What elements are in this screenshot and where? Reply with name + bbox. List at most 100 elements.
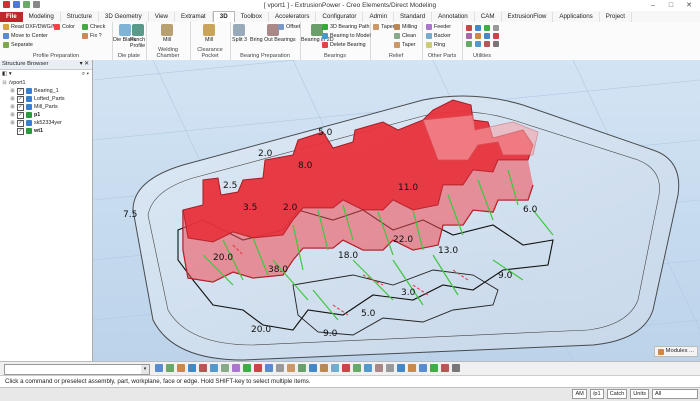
- view-icon[interactable]: [166, 364, 174, 372]
- visibility-checkbox[interactable]: ✓: [17, 127, 24, 135]
- bearing-to-model-button[interactable]: Bearing to Model: [322, 33, 371, 39]
- color-button[interactable]: Color: [54, 24, 75, 30]
- tab-toolbox[interactable]: Toolbox: [235, 12, 270, 22]
- milling-button[interactable]: Milling: [394, 24, 417, 30]
- tab-annotation[interactable]: Annotation: [432, 12, 475, 22]
- tree-item-sk52334yer[interactable]: ⊞ ✓ sk52334yer: [0, 119, 92, 127]
- view-icon[interactable]: [221, 364, 229, 372]
- utility-icon[interactable]: [475, 33, 481, 39]
- visibility-checkbox[interactable]: ✓: [17, 95, 24, 103]
- punch-profile-button[interactable]: Punch Profile: [129, 24, 146, 49]
- backer-button[interactable]: Backer: [426, 33, 451, 39]
- search-icon[interactable]: ⌕ ▾: [82, 70, 89, 79]
- minimize-button[interactable]: –: [644, 0, 662, 10]
- utility-icon[interactable]: [493, 25, 499, 31]
- visibility-checkbox[interactable]: ✓: [17, 119, 24, 127]
- utility-icon[interactable]: [466, 41, 472, 47]
- viewport-canvas[interactable]: 5.0 2.0 8.0 11.0 6.0 7.5 2.5 3.5 2.0 22.…: [93, 60, 700, 361]
- feeder-button[interactable]: Feeder: [426, 24, 451, 30]
- pin-icon[interactable]: ▾ ✕: [80, 60, 89, 69]
- tab-extramat[interactable]: Extramat: [175, 12, 213, 22]
- view-icon[interactable]: [276, 364, 284, 372]
- app-icon[interactable]: [3, 1, 10, 8]
- utility-icon[interactable]: [493, 41, 499, 47]
- expand-icon[interactable]: ⊞: [10, 111, 15, 119]
- active-part-field[interactable]: /p1: [589, 389, 604, 399]
- utility-icon[interactable]: [475, 41, 481, 47]
- am-indicator[interactable]: AM: [572, 389, 587, 399]
- tree-item-wt1[interactable]: ✓ wt1: [0, 127, 92, 135]
- selection-filter-select[interactable]: All: [652, 389, 698, 399]
- tab-accelerators[interactable]: Accelerators: [269, 12, 317, 22]
- tab-extrusionflow[interactable]: ExtrusionFlow: [502, 12, 554, 22]
- view-icon[interactable]: [232, 364, 240, 372]
- command-input[interactable]: ▾: [4, 364, 150, 375]
- save-icon[interactable]: [13, 1, 20, 8]
- tab-standard[interactable]: Standard: [394, 12, 433, 22]
- tree-root[interactable]: ⊟ /vport1: [0, 79, 92, 87]
- expand-icon[interactable]: ⊞: [10, 103, 15, 111]
- visibility-checkbox[interactable]: ✓: [17, 103, 24, 111]
- view-icon[interactable]: [199, 364, 207, 372]
- fix-button[interactable]: Fix ?: [82, 33, 102, 39]
- chevron-down-icon[interactable]: ▾: [141, 365, 149, 374]
- view-icon[interactable]: [353, 364, 361, 372]
- tab-admin[interactable]: Admin: [363, 12, 395, 22]
- split-button[interactable]: Split 3: [232, 24, 247, 43]
- view-icon[interactable]: [364, 364, 372, 372]
- utility-icon[interactable]: [484, 25, 490, 31]
- read-dxf-button[interactable]: Read DXF/DWG/MI: [3, 24, 58, 30]
- tab-file[interactable]: File: [0, 12, 23, 22]
- filter-icon[interactable]: ◧ ▾: [2, 70, 12, 79]
- view-icon[interactable]: [265, 364, 273, 372]
- view-icon[interactable]: [441, 364, 449, 372]
- tab-3d-geometry[interactable]: 3D Geometry: [99, 12, 149, 22]
- delete-bearing-button[interactable]: Delete Bearing: [322, 42, 366, 48]
- view-icon[interactable]: [342, 364, 350, 372]
- check-button[interactable]: Check: [82, 24, 105, 30]
- view-icon[interactable]: [287, 364, 295, 372]
- view-icon[interactable]: [298, 364, 306, 372]
- move-to-center-button[interactable]: Move to Center: [3, 33, 48, 39]
- tab-structure[interactable]: Structure: [61, 12, 99, 22]
- utility-icon[interactable]: [484, 41, 490, 47]
- view-icon[interactable]: [210, 364, 218, 372]
- view-icon[interactable]: [430, 364, 438, 372]
- undo-icon[interactable]: [23, 1, 30, 8]
- utility-icon[interactable]: [466, 33, 472, 39]
- tab-configurator[interactable]: Configurator: [316, 12, 364, 22]
- tab-project[interactable]: Project: [600, 12, 632, 22]
- expand-icon[interactable]: ⊞: [10, 87, 15, 95]
- view-icon[interactable]: [188, 364, 196, 372]
- taper-button[interactable]: Taper: [373, 24, 394, 30]
- view-icon[interactable]: [452, 364, 460, 372]
- utility-icon[interactable]: [493, 33, 499, 39]
- view-icon[interactable]: [386, 364, 394, 372]
- offset-button[interactable]: Offset: [278, 24, 300, 30]
- utility-icon[interactable]: [475, 25, 481, 31]
- expand-icon[interactable]: ⊞: [10, 95, 15, 103]
- expand-icon[interactable]: ⊞: [10, 119, 15, 127]
- redo-icon[interactable]: [33, 1, 40, 8]
- viewport-3d[interactable]: 5.0 2.0 8.0 11.0 6.0 7.5 2.5 3.5 2.0 22.…: [93, 60, 700, 361]
- view-icon[interactable]: [177, 364, 185, 372]
- utility-icon[interactable]: [466, 25, 472, 31]
- tree-item-lofted-parts[interactable]: ⊞ ✓ Lofted_Parts: [0, 95, 92, 103]
- visibility-checkbox[interactable]: ✓: [17, 87, 24, 95]
- view-icon[interactable]: [155, 364, 163, 372]
- tab-cam[interactable]: CAM: [475, 12, 502, 22]
- view-icon[interactable]: [254, 364, 262, 372]
- view-icon[interactable]: [408, 364, 416, 372]
- taper-2-button[interactable]: Taper: [394, 42, 415, 48]
- ring-button[interactable]: Ring: [426, 42, 445, 48]
- separate-button[interactable]: Separate: [3, 42, 33, 48]
- tab-view[interactable]: View: [149, 12, 176, 22]
- catch-button[interactable]: Catch: [606, 389, 628, 399]
- units-button[interactable]: Units: [630, 389, 649, 399]
- welding-mill-button[interactable]: Mill: [161, 24, 173, 43]
- close-button[interactable]: ✕: [680, 0, 698, 10]
- collapse-icon[interactable]: ⊟: [2, 79, 7, 87]
- clean-button[interactable]: Clean: [394, 33, 416, 39]
- view-icon[interactable]: [331, 364, 339, 372]
- maximize-button[interactable]: □: [662, 0, 680, 10]
